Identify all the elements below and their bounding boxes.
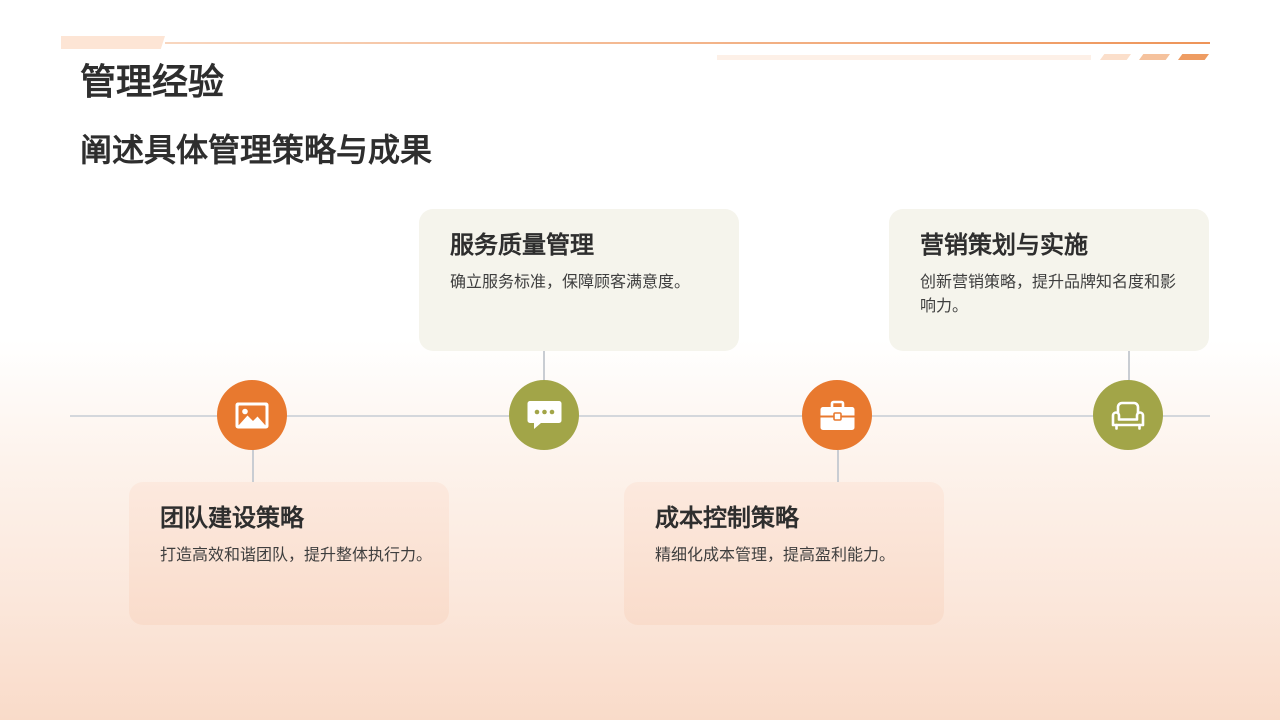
card-description: 打造高效和谐团队，提升整体执行力。 [160,547,433,564]
card-description: 确立服务标准，保障顾客满意度。 [450,274,691,291]
timeline-node-service-quality [509,380,579,450]
timeline-node-cost-control [802,380,872,450]
armchair-icon [1111,401,1145,430]
card-title: 团队建设策略 [160,505,304,532]
timeline-connector [252,450,254,482]
timeline-card-marketing: 营销策划与实施 创新营销策略，提升品牌知名度和影响力。 [889,209,1209,351]
decorative-dash [1100,54,1131,60]
decorative-dash [1178,54,1209,60]
slide-title: 管理经验 [80,61,225,102]
card-title: 服务质量管理 [450,232,594,259]
card-title: 营销策划与实施 [920,232,1088,259]
briefcase-icon [820,400,854,430]
card-title: 成本控制策略 [655,505,799,532]
timeline-card-cost-control: 成本控制策略 精细化成本管理，提高盈利能力。 [624,482,944,625]
timeline-connector [1128,351,1130,381]
decorative-header-bar [717,55,1091,60]
image-icon [235,402,269,428]
timeline-node-marketing [1093,380,1163,450]
timeline-node-team-building [217,380,287,450]
decorative-header-line [165,42,1210,44]
decorative-dash [1139,54,1170,60]
timeline-card-team-building: 团队建设策略 打造高效和谐团队，提升整体执行力。 [129,482,449,625]
card-description: 精细化成本管理，提高盈利能力。 [655,547,896,564]
slide-subtitle: 阐述具体管理策略与成果 [80,132,433,168]
timeline-card-service-quality: 服务质量管理 确立服务标准，保障顾客满意度。 [419,209,739,351]
timeline-connector [837,450,839,482]
card-description: 创新营销策略，提升品牌知名度和影响力。 [920,274,1177,315]
chat-bubble-icon [527,401,561,429]
timeline-connector [543,351,545,381]
decorative-top-block [61,36,165,49]
